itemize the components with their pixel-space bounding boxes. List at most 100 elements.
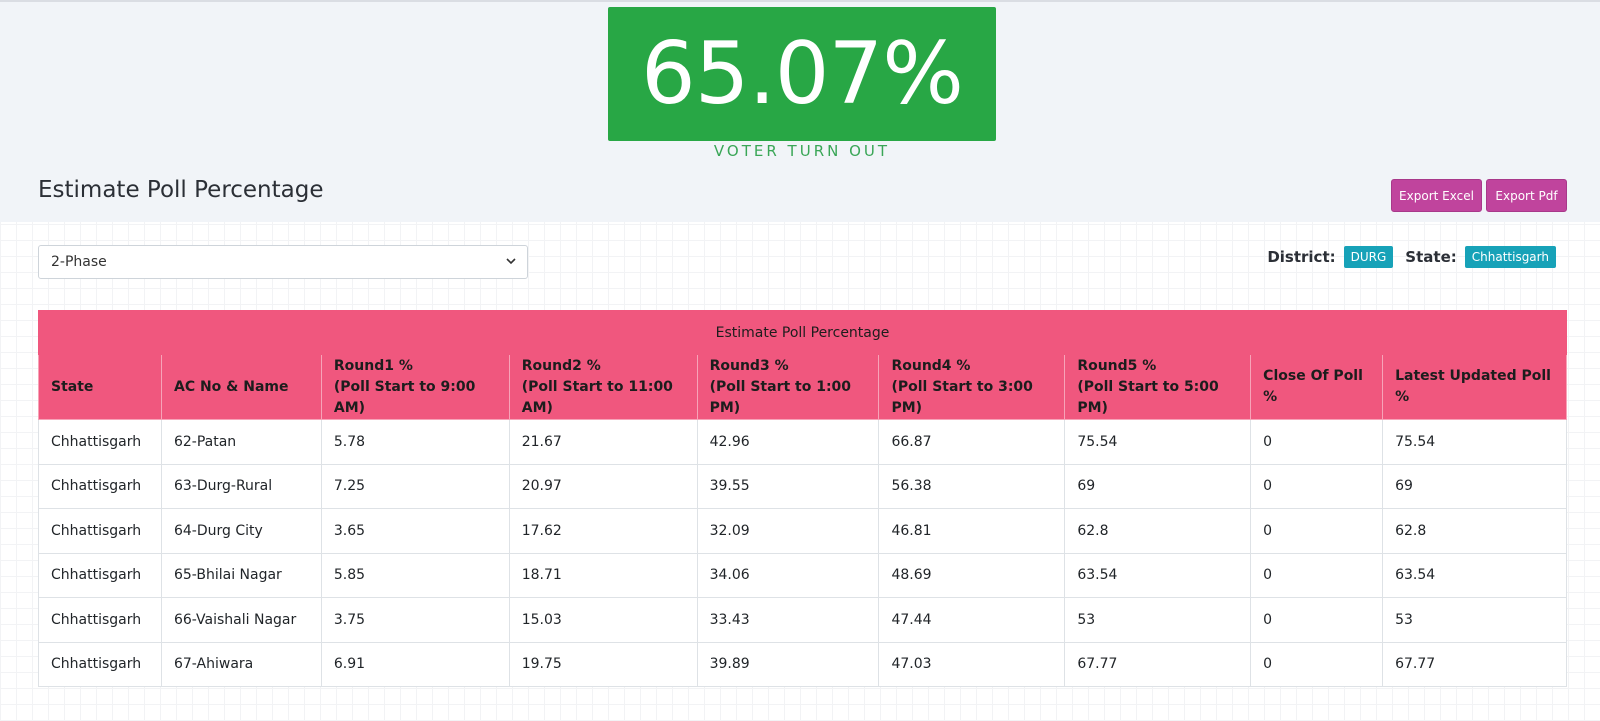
column-header-title: AC No & Name bbox=[173, 378, 289, 395]
column-header-subtitle: (Poll Start to 5:00 PM) bbox=[1077, 378, 1219, 416]
table-cell: 63-Durg-Rural bbox=[160, 463, 322, 509]
table-row: Chhattisgarh 64-Durg City 3.65 17.62 32.09 46… bbox=[38, 508, 1567, 554]
column-header-subtitle: (Poll Start to 11:00 AM) bbox=[521, 378, 673, 416]
table-cell: 19.75 bbox=[508, 641, 698, 687]
column-header: Round1 % (Poll Start to 9:00 AM) bbox=[320, 354, 510, 420]
export-pdf-button[interactable]: Export Pdf bbox=[1486, 179, 1567, 212]
table-cell: 62.8 bbox=[1064, 508, 1252, 554]
table-cell: 53 bbox=[1064, 597, 1252, 643]
table-cell: 5.78 bbox=[320, 419, 510, 465]
table-cell: 47.03 bbox=[878, 641, 1066, 687]
table-cell: Chhattisgarh bbox=[38, 552, 162, 598]
table-cell: 0 bbox=[1250, 641, 1384, 687]
table-cell: 47.44 bbox=[878, 597, 1066, 643]
table-cell: 67.77 bbox=[1064, 641, 1252, 687]
page-title: Estimate Poll Percentage bbox=[38, 177, 324, 203]
table-row: Chhattisgarh 62-Patan 5.78 21.67 42.96 66.87 7… bbox=[38, 419, 1567, 465]
state-badge: Chhattisgarh bbox=[1464, 246, 1556, 268]
location-meta: District: DURG State: Chhattisgarh bbox=[1267, 245, 1560, 269]
table-cell: Chhattisgarh bbox=[38, 419, 162, 465]
state-label: State: bbox=[1405, 248, 1457, 266]
table-cell: 56.38 bbox=[878, 463, 1066, 509]
table-cell: 3.75 bbox=[320, 597, 510, 643]
table-cell: 0 bbox=[1250, 419, 1384, 465]
table-cell: 21.67 bbox=[508, 419, 698, 465]
voter-turnout-label: VOTER TURN OUT bbox=[713, 142, 891, 160]
table-header-row: State AC No & Name Round1 % (Poll Start to … bbox=[38, 354, 1567, 420]
table-cell: 42.96 bbox=[696, 419, 880, 465]
chevron-down-icon bbox=[505, 255, 517, 270]
table-cell: 20.97 bbox=[508, 463, 698, 509]
phase-select[interactable]: 2-Phase bbox=[38, 245, 528, 279]
table-cell: Chhattisgarh bbox=[38, 597, 162, 643]
table-cell: 69 bbox=[1382, 463, 1567, 509]
table-body: Chhattisgarh 62-Patan 5.78 21.67 42.96 66.87 7… bbox=[38, 419, 1567, 687]
column-header: Latest Updated Poll % bbox=[1382, 354, 1567, 420]
column-header-subtitle: (Poll Start to 9:00 AM) bbox=[333, 378, 476, 416]
table-cell: 17.62 bbox=[508, 508, 698, 554]
table-cell: Chhattisgarh bbox=[38, 463, 162, 509]
column-header-title: Round3 % bbox=[709, 357, 789, 374]
table-cell: 7.25 bbox=[320, 463, 510, 509]
column-header-title: Round1 % bbox=[333, 357, 413, 374]
column-header: Close Of Poll % bbox=[1250, 354, 1384, 420]
table-cell: 33.43 bbox=[696, 597, 880, 643]
table-cell: 0 bbox=[1250, 552, 1384, 598]
voter-turnout-card: 65.07% bbox=[608, 7, 996, 141]
table-cell: Chhattisgarh bbox=[38, 508, 162, 554]
table-cell: 64-Durg City bbox=[160, 508, 322, 554]
table-cell: 67.77 bbox=[1382, 641, 1567, 687]
table-cell: 69 bbox=[1064, 463, 1252, 509]
column-header: Round3 % (Poll Start to 1:00 PM) bbox=[696, 354, 880, 420]
phase-select-value: 2-Phase bbox=[51, 254, 107, 270]
district-badge: DURG bbox=[1343, 246, 1394, 268]
column-header-title: Round5 % bbox=[1077, 357, 1157, 374]
table-row: Chhattisgarh 66-Vaishali Nagar 3.75 15.03 33… bbox=[38, 597, 1567, 643]
table-cell: 34.06 bbox=[696, 552, 880, 598]
table-cell: 53 bbox=[1382, 597, 1567, 643]
table-cell: 66.87 bbox=[878, 419, 1066, 465]
column-header: Round4 % (Poll Start to 3:00 PM) bbox=[878, 354, 1066, 420]
table-cell: 63.54 bbox=[1382, 552, 1567, 598]
column-header-title: State bbox=[51, 378, 94, 395]
table-cell: 18.71 bbox=[508, 552, 698, 598]
table-cell: 75.54 bbox=[1382, 419, 1567, 465]
table-cell: 39.55 bbox=[696, 463, 880, 509]
table-cell: 39.89 bbox=[696, 641, 880, 687]
table-cell: 67-Ahiwara bbox=[160, 641, 322, 687]
table-cell: 0 bbox=[1250, 508, 1384, 554]
table-cell: 0 bbox=[1250, 597, 1384, 643]
column-header: Round2 % (Poll Start to 11:00 AM) bbox=[508, 354, 698, 420]
table-cell: 15.03 bbox=[508, 597, 698, 643]
table-cell: 32.09 bbox=[696, 508, 880, 554]
column-header-title: Latest Updated Poll % bbox=[1395, 368, 1551, 405]
table-cell: 63.54 bbox=[1064, 552, 1252, 598]
column-header: AC No & Name bbox=[160, 354, 322, 420]
table-cell: Chhattisgarh bbox=[38, 641, 162, 687]
table-cell: 66-Vaishali Nagar bbox=[160, 597, 322, 643]
poll-percentage-table: Estimate Poll Percentage State AC No & Na… bbox=[38, 310, 1567, 687]
table-caption: Estimate Poll Percentage bbox=[38, 310, 1567, 355]
table-cell: 5.85 bbox=[320, 552, 510, 598]
voter-turnout-value: 65.07% bbox=[641, 24, 964, 124]
column-header-title: Close Of Poll % bbox=[1263, 368, 1363, 405]
table-cell: 3.65 bbox=[320, 508, 510, 554]
column-header: Round5 % (Poll Start to 5:00 PM) bbox=[1064, 354, 1252, 420]
table-cell: 65-Bhilai Nagar bbox=[160, 552, 322, 598]
column-header-title: Round4 % bbox=[891, 357, 971, 374]
column-header-title: Round2 % bbox=[521, 357, 601, 374]
table-cell: 0 bbox=[1250, 463, 1384, 509]
export-excel-button[interactable]: Export Excel bbox=[1391, 179, 1482, 212]
table-cell: 48.69 bbox=[878, 552, 1066, 598]
table-row: Chhattisgarh 65-Bhilai Nagar 5.85 18.71 34.0… bbox=[38, 552, 1567, 598]
column-header-subtitle: (Poll Start to 1:00 PM) bbox=[709, 378, 852, 416]
table-cell: 46.81 bbox=[878, 508, 1066, 554]
table-cell: 6.91 bbox=[320, 641, 510, 687]
table-row: Chhattisgarh 67-Ahiwara 6.91 19.75 39.89 47.0… bbox=[38, 641, 1567, 687]
table-cell: 75.54 bbox=[1064, 419, 1252, 465]
column-header-subtitle: (Poll Start to 3:00 PM) bbox=[891, 378, 1033, 416]
column-header: State bbox=[38, 354, 162, 420]
table-cell: 62.8 bbox=[1382, 508, 1567, 554]
district-label: District: bbox=[1267, 248, 1336, 266]
table-cell: 62-Patan bbox=[160, 419, 322, 465]
